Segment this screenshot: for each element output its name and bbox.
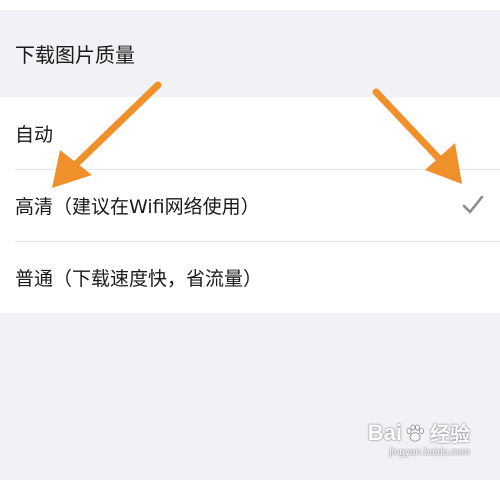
top-strip <box>0 0 500 10</box>
option-auto[interactable]: 自动 <box>0 97 500 169</box>
option-label: 自动 <box>15 123 54 146</box>
option-label: 普通（下载速度快，省流量） <box>15 267 263 290</box>
paw-icon <box>406 424 424 442</box>
watermark-brand: Bai <box>367 419 402 445</box>
section-title: 下载图片质量 <box>15 43 135 67</box>
watermark: Bai 经验 jingyan.baidu.com <box>367 418 470 459</box>
option-normal[interactable]: 普通（下载速度快，省流量） <box>0 241 500 313</box>
option-label: 高清（建议在Wifi网络使用） <box>15 195 260 218</box>
quality-option-list: 自动 高清（建议在Wifi网络使用） 普通（下载速度快，省流量） <box>0 97 500 313</box>
checkmark-icon <box>462 195 484 214</box>
watermark-url: jingyan.baidu.com <box>389 447 470 458</box>
watermark-product: 经验 <box>430 424 470 446</box>
option-hd[interactable]: 高清（建议在Wifi网络使用） <box>0 169 500 241</box>
